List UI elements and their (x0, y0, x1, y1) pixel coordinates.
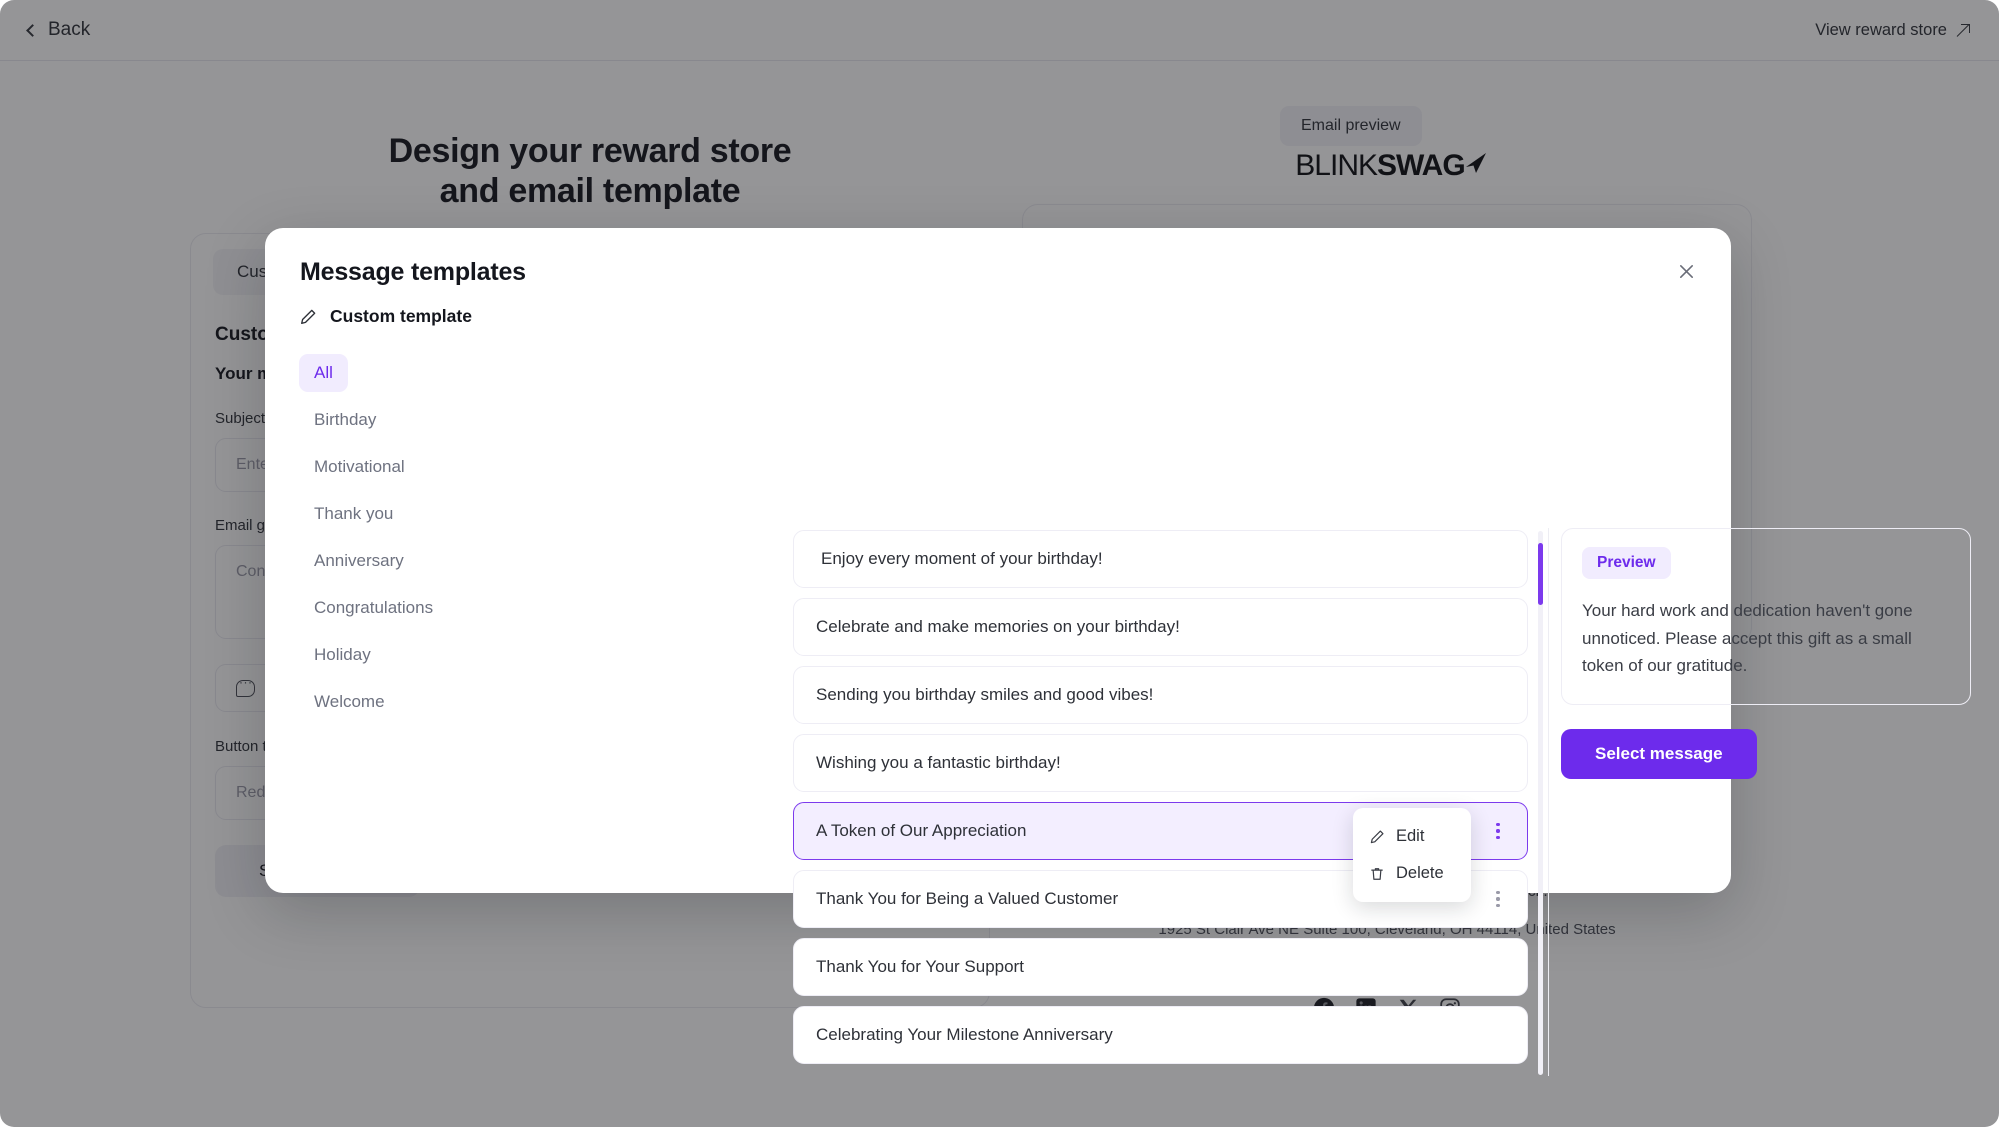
app-root: Back View reward store Design your rewar… (0, 0, 1999, 1127)
category-item[interactable]: Anniversary (299, 542, 419, 580)
template-row-label: Celebrating Your Milestone Anniversary (816, 1025, 1113, 1044)
custom-template-button[interactable]: Custom template (299, 306, 484, 327)
context-menu-delete-label: Delete (1396, 864, 1444, 882)
row-menu-icon[interactable] (1487, 818, 1509, 844)
template-row-label: Celebrate and make memories on your birt… (816, 617, 1180, 636)
template-row[interactable]: Thank You for Your Support (793, 938, 1528, 996)
category-item[interactable]: Holiday (299, 636, 386, 674)
preview-message-text: Your hard work and dedication haven't go… (1582, 601, 1913, 676)
pencil-icon (299, 308, 317, 326)
template-row-label: Wishing you a fantastic birthday! (816, 753, 1061, 772)
template-row[interactable]: Enjoy every moment of your birthday! (793, 530, 1528, 588)
context-menu-edit-label: Edit (1396, 827, 1425, 845)
modal-title: Message templates (300, 258, 526, 286)
preview-badge: Preview (1582, 547, 1671, 579)
context-menu-delete[interactable]: Delete (1353, 855, 1471, 892)
pencil-icon (1370, 829, 1384, 843)
trash-icon (1371, 867, 1383, 880)
close-button[interactable] (1669, 254, 1703, 288)
category-item[interactable]: Thank you (299, 495, 408, 533)
template-row-label: Thank You for Your Support (816, 957, 1024, 976)
select-message-button[interactable]: Select message (1561, 728, 1757, 779)
template-list: Enjoy every moment of your birthday! Cele… (793, 530, 1528, 1075)
preview-box: Preview Your hard work and dedication ha… (1561, 528, 1971, 705)
scrollbar-thumb[interactable] (1538, 543, 1543, 605)
template-category-nav: Custom template All Birthday Motivational T… (299, 306, 484, 730)
template-row-label: A Token of Our Appreciation (816, 821, 1027, 840)
row-menu-icon[interactable] (1487, 886, 1509, 912)
custom-template-label: Custom template (330, 306, 472, 326)
close-icon (1679, 264, 1693, 278)
template-row[interactable]: Wishing you a fantastic birthday! (793, 734, 1528, 792)
message-preview-panel: Preview Your hard work and dedication ha… (1561, 528, 1971, 779)
modal-divider (1548, 528, 1549, 1076)
row-context-menu: Edit Delete (1353, 808, 1471, 902)
category-item[interactable]: Welcome (299, 683, 400, 721)
category-item[interactable]: Congratulations (299, 589, 448, 627)
context-menu-edit[interactable]: Edit (1353, 818, 1471, 855)
category-list: All Birthday Motivational Thank you Annivers… (299, 354, 484, 721)
template-row[interactable]: Celebrate and make memories on your birt… (793, 598, 1528, 656)
category-item[interactable]: Motivational (299, 448, 420, 486)
template-row[interactable]: Celebrating Your Milestone Anniversary (793, 1006, 1528, 1064)
template-row-label: Sending you birthday smiles and good vib… (816, 685, 1154, 704)
template-list-scrollbar[interactable] (1538, 531, 1543, 1075)
template-row[interactable]: Sending you birthday smiles and good vib… (793, 666, 1528, 724)
category-item[interactable]: Birthday (299, 401, 391, 439)
message-templates-modal: Message templates Custom template All Bir… (265, 228, 1971, 1076)
template-row-label: Enjoy every moment of your birthday! (821, 549, 1103, 568)
category-item[interactable]: All (299, 354, 348, 392)
template-row-label: Thank You for Being a Valued Customer (816, 889, 1119, 908)
